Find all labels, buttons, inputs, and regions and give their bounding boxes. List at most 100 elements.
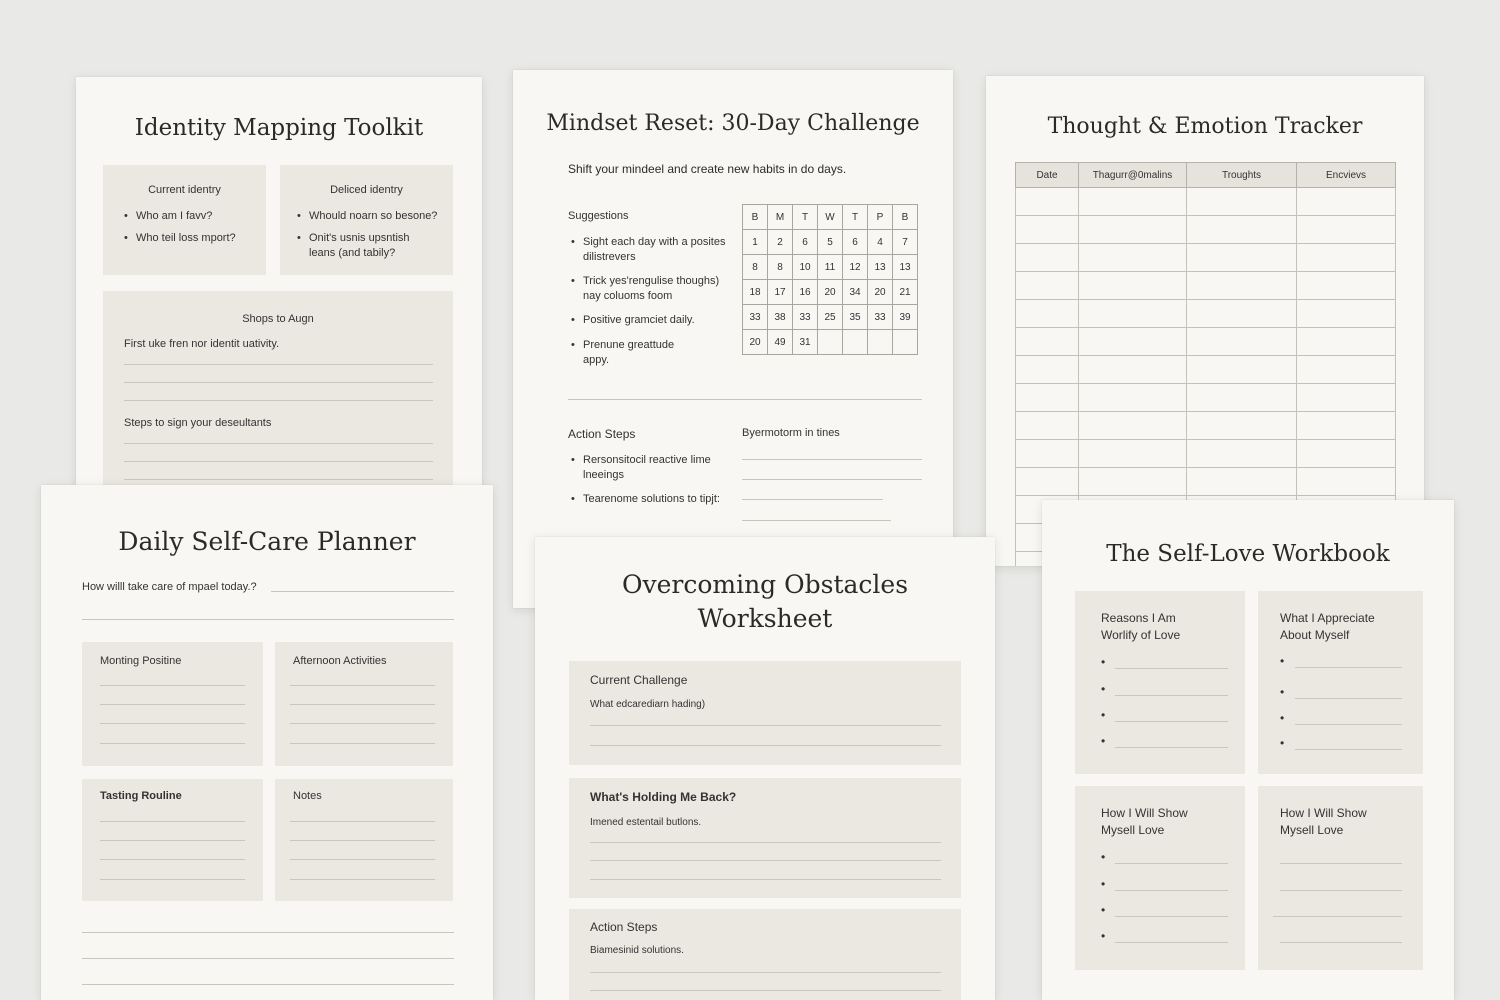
- calendar-cell: 4: [867, 229, 893, 255]
- tracker-column-header: Thagurr@0malins: [1078, 162, 1187, 188]
- current-identity-box: Current identry Who am I favv? Who teil …: [103, 165, 266, 275]
- calendar-week-row: 1 2 6 5 6 4 7: [742, 229, 918, 255]
- bullet-dot: •: [1101, 682, 1106, 696]
- writing-line: [290, 723, 435, 724]
- writing-line: [290, 879, 435, 880]
- writing-line: [742, 520, 891, 521]
- mindset-title: Mindset Reset: 30-Day Challenge: [546, 111, 920, 136]
- calendar-week-row: 8 8 10 11 12 13 13: [742, 254, 918, 280]
- writing-line: [1115, 747, 1228, 748]
- writing-line: [1115, 863, 1228, 864]
- mindset-subtitle: Shift your mindeel and create new habits…: [568, 162, 847, 176]
- challenge-calendar: B M T W T P B 1 2 6 5 6 4 7 8 8 10 11 12…: [742, 204, 918, 355]
- calendar-cell: 21: [892, 279, 918, 305]
- writing-line: [1295, 724, 1402, 725]
- writing-line: [1295, 698, 1402, 699]
- tracker-row: [1015, 299, 1396, 328]
- tracker-row: [1015, 187, 1396, 216]
- box-heading: Tasting Rouline: [100, 790, 182, 802]
- tracker-row: [1015, 411, 1396, 440]
- current-identity-heading: Current identry: [148, 184, 221, 196]
- calendar-cell: 1: [742, 229, 768, 255]
- writing-line: [590, 842, 941, 843]
- box-heading-line2: Worlify of Love: [1101, 628, 1181, 642]
- writing-line: [82, 619, 454, 620]
- obstacles-worksheet-sheet: Overcoming Obstacles Worksheet Current C…: [535, 537, 995, 1000]
- writing-line: [1115, 942, 1228, 943]
- calendar-cell: 49: [767, 329, 793, 355]
- calendar-cell: 20: [817, 279, 843, 305]
- writing-line: [290, 840, 435, 841]
- calendar-cell: 7: [892, 229, 918, 255]
- desired-identity-box: Deliced identry Whould noarn so besone? …: [280, 165, 453, 275]
- writing-line: [1115, 916, 1228, 917]
- bullet-dot: •: [1101, 850, 1106, 864]
- calendar-cell: 8: [742, 254, 768, 280]
- box-heading: Monting Positine: [100, 655, 182, 667]
- steps-to-align-box: Shops to Augn First uke fren nor identit…: [103, 291, 453, 487]
- self-care-title: Daily Self-Care Planner: [118, 527, 416, 556]
- tracker-column-header: Encvievs: [1296, 162, 1396, 188]
- calendar-cell: 18: [742, 279, 768, 305]
- suggestion-item: Prenune greattude appy.: [571, 338, 688, 368]
- tasting-routine-box: Tasting Rouline: [82, 779, 263, 901]
- box-heading-line1: How I Will Show: [1101, 806, 1188, 820]
- writing-line: [82, 958, 454, 959]
- current-identity-item: Who teil loss mport?: [124, 231, 261, 246]
- writing-line: [590, 990, 941, 991]
- thought-tracker-sheet: Thought & Emotion Tracker Date Thagurr@0…: [986, 76, 1424, 566]
- notes-box: Notes: [275, 779, 453, 901]
- self-love-workbook-sheet: The Self-Love Workbook Reasons I Am Worl…: [1042, 500, 1454, 1000]
- writing-line: [1295, 749, 1402, 750]
- calendar-cell: 5: [817, 229, 843, 255]
- action-steps-heading: Action Steps: [568, 427, 636, 441]
- calendar-week-row: 20 49 31: [742, 329, 918, 355]
- calendar-cell: 33: [742, 304, 768, 330]
- calendar-day-header: T: [792, 204, 818, 230]
- bullet-dot: •: [1101, 903, 1106, 917]
- writing-line: [124, 461, 433, 462]
- writing-line: [1115, 890, 1228, 891]
- calendar-cell: [867, 329, 893, 355]
- writing-line: [1115, 668, 1228, 669]
- steps-prompt-2: Steps to sign your deseultants: [124, 417, 272, 429]
- tracker-row: [1015, 439, 1396, 468]
- writing-line: [100, 743, 245, 744]
- writing-line: [100, 821, 245, 822]
- suggestion-item: Trick yes'rengulise thoughs) nay coluoms…: [571, 274, 728, 304]
- section-heading: Current Challenge: [590, 673, 688, 687]
- writing-line: [124, 443, 433, 444]
- section-prompt: What edcarediarn hading): [590, 699, 706, 710]
- writing-line: [590, 745, 941, 746]
- calendar-cell: 6: [792, 229, 818, 255]
- reasons-worthy-box: Reasons I Am Worlify of Love • • • •: [1075, 591, 1245, 774]
- tracker-row: [1015, 467, 1396, 496]
- tracker-row: [1015, 327, 1396, 356]
- calendar-cell: 31: [792, 329, 818, 355]
- calendar-day-header: B: [742, 204, 768, 230]
- writing-line: [124, 400, 433, 401]
- appreciate-box: What I Appreciate About Myself • • • •: [1258, 591, 1423, 774]
- bullet-dot: •: [1101, 734, 1106, 748]
- tracker-row: [1015, 383, 1396, 412]
- calendar-header-row: B M T W T P B: [742, 204, 918, 230]
- writing-line: [124, 382, 433, 383]
- action-steps-section: Action Steps Biamesinid solutions.: [569, 909, 961, 1000]
- show-love-box-1: How I Will Show Mysell Love • • • •: [1075, 786, 1245, 970]
- bullet-dot: •: [1280, 736, 1285, 750]
- calendar-cell: 38: [767, 304, 793, 330]
- writing-line: [1280, 890, 1402, 891]
- action-step-item: Rersonsitocil reactive lime lneeings: [571, 453, 723, 483]
- section-prompt: Imened estentail butlons.: [590, 817, 702, 828]
- holding-back-section: What's Holding Me Back? Imened estentail…: [569, 778, 961, 898]
- writing-line: [742, 479, 922, 480]
- calendar-cell: [817, 329, 843, 355]
- box-heading: Notes: [293, 790, 322, 802]
- writing-line: [100, 879, 245, 880]
- tracker-row: [1015, 243, 1396, 272]
- calendar-cell: 8: [767, 254, 793, 280]
- calendar-cell: 33: [867, 304, 893, 330]
- box-heading-line2: About Myself: [1280, 628, 1350, 642]
- writing-line: [1273, 916, 1402, 917]
- writing-line: [100, 685, 245, 686]
